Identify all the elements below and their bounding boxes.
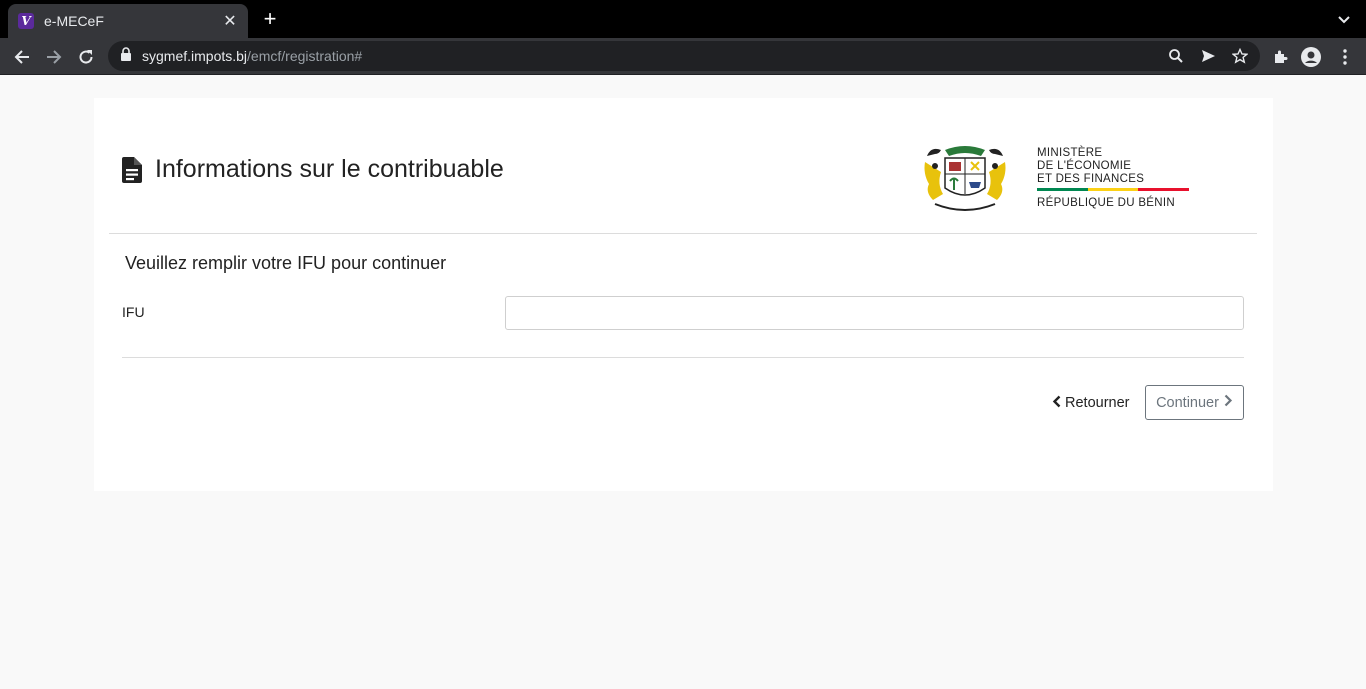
card-header: Informations sur le contribuable MINISTÈ… bbox=[109, 98, 1257, 234]
site-favicon-icon: V bbox=[18, 13, 34, 29]
tab-search-chevron-icon[interactable] bbox=[1336, 11, 1352, 27]
republic-name: RÉPUBLIQUE DU BÉNIN bbox=[1037, 197, 1175, 209]
continue-button[interactable]: Continuer bbox=[1145, 385, 1244, 420]
bookmark-star-icon[interactable] bbox=[1232, 48, 1248, 64]
form-instructions: Veuillez remplir votre IFU pour continue… bbox=[125, 253, 447, 273]
form-divider bbox=[122, 357, 1244, 358]
registration-card: Informations sur le contribuable MINISTÈ… bbox=[94, 98, 1273, 491]
profile-avatar-icon[interactable] bbox=[1301, 47, 1321, 67]
flag-stripe bbox=[1037, 188, 1190, 191]
browser-toolbar: sygmef.impots.bj/emcf/registration# bbox=[0, 38, 1366, 75]
ifu-input[interactable] bbox=[505, 296, 1244, 330]
back-arrow-icon[interactable] bbox=[10, 45, 34, 69]
extensions-icon[interactable] bbox=[1270, 47, 1290, 67]
new-tab-icon[interactable]: + bbox=[259, 8, 281, 30]
back-button-label: Retourner bbox=[1065, 395, 1130, 411]
page-title: Informations sur le contribuable bbox=[155, 155, 504, 183]
back-button[interactable]: Retourner bbox=[1052, 392, 1129, 414]
chevron-right-icon bbox=[1224, 394, 1233, 411]
document-icon bbox=[122, 157, 142, 183]
tab-close-icon[interactable]: ✕ bbox=[222, 11, 238, 31]
reload-icon[interactable] bbox=[74, 45, 98, 69]
tab-title: e-MECeF bbox=[44, 13, 104, 29]
browser-menu-icon[interactable] bbox=[1335, 47, 1355, 67]
ifu-label: IFU bbox=[122, 304, 145, 320]
benin-coat-of-arms-icon bbox=[924, 146, 1006, 211]
address-bar[interactable]: sygmef.impots.bj/emcf/registration# bbox=[108, 41, 1260, 71]
zoom-icon[interactable] bbox=[1168, 48, 1184, 64]
chevron-left-icon bbox=[1052, 395, 1061, 412]
ministry-name: MINISTÈRE DE L'ÉCONOMIE ET DES FINANCES bbox=[1037, 147, 1145, 185]
tab-strip: V e-MECeF ✕ + bbox=[0, 0, 1366, 38]
send-icon[interactable] bbox=[1200, 48, 1216, 64]
lock-icon[interactable] bbox=[120, 46, 132, 66]
continue-button-label: Continuer bbox=[1156, 394, 1219, 411]
forward-arrow-icon[interactable] bbox=[42, 45, 66, 69]
browser-tab[interactable]: V e-MECeF ✕ bbox=[8, 4, 248, 38]
url-path: /emcf/registration# bbox=[247, 48, 363, 64]
url-host: sygmef.impots.bj bbox=[142, 48, 248, 64]
ministry-logo: MINISTÈRE DE L'ÉCONOMIE ET DES FINANCES … bbox=[921, 144, 1191, 214]
